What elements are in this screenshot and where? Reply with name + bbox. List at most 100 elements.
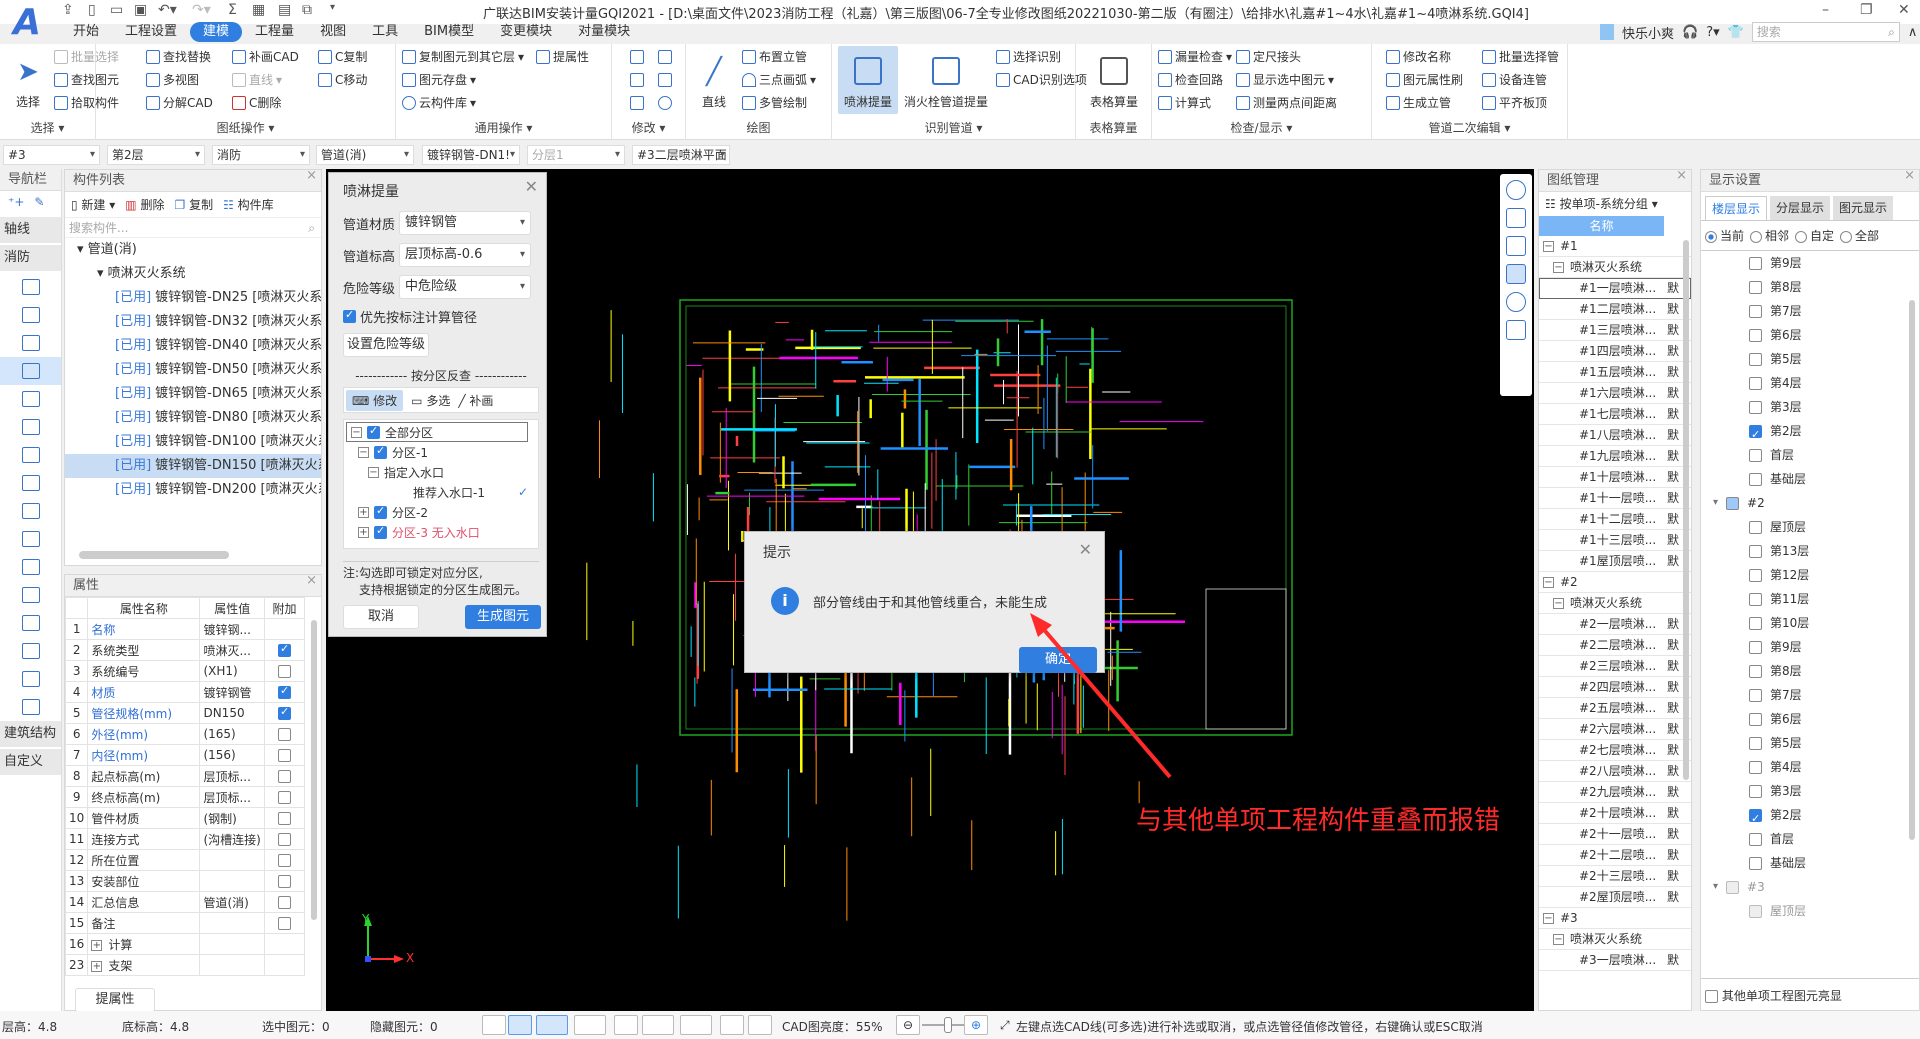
zone-checkbox[interactable] — [374, 524, 387, 539]
zone-item[interactable]: −全部分区 — [346, 422, 528, 442]
save-icon[interactable]: ▣ — [134, 2, 147, 18]
floor-checkbox[interactable] — [1749, 376, 1762, 390]
display-list-button[interactable] — [482, 1015, 506, 1035]
expand-arrow-icon[interactable]: ▾ — [1713, 491, 1718, 515]
toggle-icon[interactable]: + — [358, 506, 369, 518]
floor-item[interactable]: 第12层 — [1701, 563, 1919, 587]
property-value[interactable] — [199, 849, 265, 871]
floor-item[interactable]: 基础层 — [1701, 467, 1919, 491]
component-item[interactable]: [已用]镀锌钢管-DN150 [喷淋灭火系统] — [65, 454, 321, 478]
floor-item[interactable]: 第3层 — [1701, 779, 1919, 803]
collapse-icon[interactable]: − — [1553, 598, 1564, 609]
explode-cad-button[interactable]: 分解CAD — [146, 92, 213, 114]
view-cube-button[interactable] — [574, 1015, 606, 1035]
drawing-item[interactable]: #2八层喷淋... 默 — [1539, 761, 1691, 782]
drawing-item[interactable]: #1十三层喷... 默 — [1539, 530, 1691, 551]
floor-checkbox[interactable] — [1749, 904, 1762, 918]
floor-item[interactable]: 第3层 — [1701, 395, 1919, 419]
supplement-cad-button[interactable]: 补画CAD — [232, 46, 299, 68]
curve-button[interactable] — [748, 1015, 772, 1035]
close-icon[interactable]: ✕ — [1079, 540, 1092, 559]
rename-button[interactable]: 修改名称 — [1386, 46, 1463, 68]
discipline-select[interactable]: 消防 — [212, 145, 310, 165]
collapse-icon[interactable]: − — [1553, 262, 1564, 273]
property-value[interactable]: (156) — [199, 744, 265, 766]
property-row[interactable]: 13 安装部位 — [64, 870, 306, 892]
three-point-arc-button[interactable]: 三点画弧 ▾ — [742, 69, 816, 91]
group-label[interactable]: 检查/显示 ▾ — [1152, 119, 1371, 136]
floor-item[interactable]: 第6层 — [1701, 707, 1919, 731]
floor-item[interactable]: 第2层 — [1701, 803, 1919, 831]
drawing-item[interactable]: #1一层喷淋... 默 — [1539, 278, 1691, 299]
toggle-icon[interactable]: − — [368, 466, 379, 478]
floor-checkbox[interactable] — [1749, 568, 1762, 582]
collapse-icon[interactable]: − — [1543, 241, 1554, 252]
orbit-icon[interactable] — [1506, 180, 1526, 200]
horizontal-scrollbar[interactable] — [69, 551, 317, 561]
drawing-item[interactable]: #2屋顶层喷... 默 — [1539, 887, 1691, 908]
property-row[interactable]: 14 汇总信息 管道(消) — [64, 891, 306, 913]
nav-sprinkler-head-icon[interactable] — [0, 301, 61, 329]
floor-checkbox[interactable] — [1749, 712, 1762, 726]
floor-item[interactable]: 屋顶层 — [1701, 515, 1919, 539]
extra-checkbox[interactable] — [277, 791, 291, 804]
3d-view-icon[interactable] — [1506, 208, 1526, 228]
device-connect-button[interactable]: 设备连管 — [1482, 69, 1559, 91]
extra-checkbox[interactable] — [277, 896, 291, 909]
property-row[interactable]: 23 + 支架 — [64, 954, 306, 976]
rotate-icon[interactable] — [658, 96, 672, 110]
drawing-group[interactable]: − #1 — [1539, 236, 1691, 257]
floor-checkbox[interactable] — [1749, 304, 1762, 318]
component-item[interactable]: [已用]镀锌钢管-DN65 [喷淋灭火系统] — [65, 382, 321, 406]
drawing-group[interactable]: − #3 — [1539, 908, 1691, 929]
property-value[interactable] — [199, 870, 265, 892]
drawing-select[interactable]: #3二层喷淋平面 — [632, 145, 730, 165]
angle-button[interactable] — [642, 1015, 674, 1035]
component-item[interactable]: [已用]镀锌钢管-DN80 [喷淋灭火系统] — [65, 406, 321, 430]
component-type-select[interactable]: 管道(消) — [316, 145, 414, 165]
material-select[interactable]: 镀锌钢管 — [399, 211, 532, 235]
nav-riser-icon[interactable] — [0, 609, 61, 637]
drawing-item[interactable]: #3一层喷淋... 默 — [1539, 950, 1691, 971]
radio-option[interactable]: 自定 — [1795, 227, 1834, 244]
vertical-scrollbar[interactable] — [311, 620, 317, 920]
floor-checkbox[interactable] — [1749, 472, 1762, 486]
extra-checkbox[interactable] — [277, 749, 291, 762]
drawing-system[interactable]: − 喷淋灭火系统 — [1539, 929, 1691, 950]
floor-item[interactable]: 第7层 — [1701, 683, 1919, 707]
nav-pipe-icon[interactable] — [0, 357, 61, 385]
nav-elbow-icon[interactable] — [0, 525, 61, 553]
property-row[interactable]: 10 管件材质 (钢制) — [64, 807, 306, 829]
drawing-item[interactable]: #1四层喷淋... 默 — [1539, 341, 1691, 362]
elevation-select[interactable]: 层顶标高-0.6 — [399, 243, 532, 267]
zoom-out-button[interactable]: ⊖ — [896, 1015, 920, 1035]
restore-icon[interactable]: ❐ — [1860, 2, 1873, 18]
drawing-item[interactable]: #1十一层喷... 默 — [1539, 488, 1691, 509]
drawing-item[interactable]: #2五层喷淋... 默 — [1539, 698, 1691, 719]
nav-hydrant-box-icon[interactable] — [0, 273, 61, 301]
drawing-item[interactable]: #2一层喷淋... 默 — [1539, 614, 1691, 635]
headset-icon[interactable]: 🎧 — [1682, 25, 1698, 40]
property-row[interactable]: 12 所在位置 — [64, 849, 306, 871]
drawing-item[interactable]: #1五层喷淋... 默 — [1539, 362, 1691, 383]
toggle-icon[interactable]: − — [351, 426, 362, 438]
expand-arrow-icon[interactable]: ▾ — [1713, 875, 1718, 899]
property-value[interactable]: 层顶标... — [199, 765, 265, 787]
drawing-item[interactable]: #1九层喷淋... 默 — [1539, 446, 1691, 467]
new-file-icon[interactable]: ▯ — [88, 2, 96, 18]
floor-item[interactable]: ▾ #3 — [1701, 875, 1919, 899]
extend-icon[interactable] — [658, 73, 672, 87]
floor-item[interactable]: 第8层 — [1701, 659, 1919, 683]
place-riser-button[interactable]: 布置立管 — [742, 46, 816, 68]
table-calc-button[interactable]: 表格算量 — [1084, 46, 1144, 114]
floor-item[interactable]: 屋顶层 — [1701, 899, 1919, 921]
floor-item[interactable]: 首层 — [1701, 827, 1919, 851]
highlight-others-checkbox[interactable]: 其他单项工程图元亮显 — [1701, 978, 1919, 1010]
drawing-item[interactable]: #2十二层喷... 默 — [1539, 845, 1691, 866]
nav-category-custom[interactable]: 自定义 — [0, 749, 61, 775]
drawing-item[interactable]: #2四层喷淋... 默 — [1539, 677, 1691, 698]
multi-select-tool[interactable]: ▭ 多选 — [411, 392, 450, 409]
property-row[interactable]: 6 外径(mm) (165) — [64, 723, 306, 745]
display-list-icon[interactable] — [1506, 320, 1526, 340]
component-search-input[interactable]: 搜索构件... ⌕ — [65, 218, 321, 238]
